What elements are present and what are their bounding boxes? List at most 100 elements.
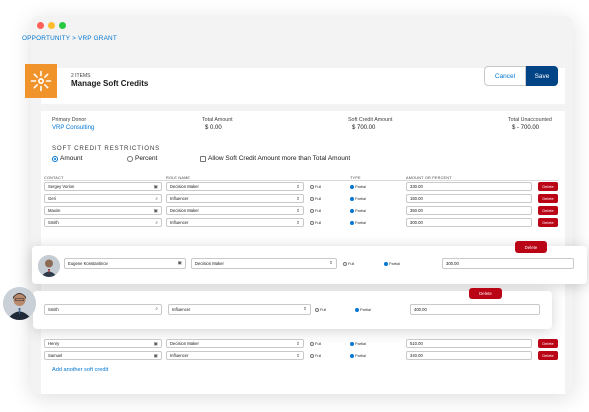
chevron-updown-icon: ⇕ bbox=[296, 184, 300, 189]
delete-button[interactable]: Delete bbox=[538, 218, 558, 227]
radio-selected-icon bbox=[350, 208, 354, 213]
full-radio[interactable]: Full bbox=[310, 353, 321, 358]
role-select[interactable]: Influencer ⇕ bbox=[166, 351, 304, 360]
page-title: Manage Soft Credits bbox=[71, 79, 149, 88]
contact-input[interactable]: Geri ⌕ bbox=[44, 194, 162, 203]
table-row: Sergey Vorion ▣ Decision Maker ⇕ Full Part… bbox=[0, 182, 589, 191]
amount-input[interactable]: 340.00 bbox=[406, 351, 532, 360]
minimize-dot[interactable] bbox=[48, 22, 55, 29]
save-button[interactable]: Save bbox=[526, 66, 558, 86]
radio-icon bbox=[343, 261, 347, 266]
partial-radio[interactable]: Partial bbox=[350, 208, 366, 213]
partial-radio[interactable]: Partial bbox=[350, 220, 366, 225]
partial-radio[interactable]: Partial bbox=[384, 261, 400, 266]
amount-input[interactable]: 350.00 bbox=[406, 206, 532, 215]
search-icon[interactable]: ⌕ bbox=[155, 196, 158, 201]
percent-radio[interactable]: Percent bbox=[127, 155, 157, 162]
contact-card-icon[interactable]: ▣ bbox=[154, 184, 158, 190]
radio-selected-icon bbox=[52, 155, 58, 162]
allow-more-label: Allow Soft Credit Amount more than Total… bbox=[208, 155, 351, 162]
chevron-updown-icon: ⇕ bbox=[296, 220, 300, 225]
total-unaccounted-label: Total Unaccounted bbox=[508, 117, 552, 123]
search-icon[interactable]: ⌕ bbox=[155, 306, 158, 311]
radio-selected-icon bbox=[350, 353, 354, 358]
total-amount-label: Total Amount bbox=[202, 117, 233, 123]
amount-input[interactable]: 330.00 bbox=[406, 182, 532, 191]
table-divider bbox=[44, 180, 558, 181]
avatar bbox=[38, 255, 60, 277]
avatar bbox=[3, 287, 36, 320]
restrictions-title: SOFT CREDIT RESTRICTIONS bbox=[52, 145, 161, 152]
radio-selected-icon bbox=[350, 196, 354, 201]
contact-input[interactable]: Sergey Vorion ▣ bbox=[44, 182, 162, 191]
role-select[interactable]: Decision Maker ⇕ bbox=[166, 339, 304, 348]
amount-radio[interactable]: Amount bbox=[52, 155, 82, 162]
chevron-updown-icon: ⇕ bbox=[296, 196, 300, 201]
full-radio[interactable]: Full bbox=[310, 184, 321, 189]
delete-button[interactable]: Delete bbox=[538, 182, 558, 191]
full-radio[interactable]: Full bbox=[310, 220, 321, 225]
add-soft-credit-link[interactable]: Add another soft credit bbox=[52, 367, 108, 373]
search-icon[interactable]: ⌕ bbox=[155, 220, 158, 225]
breadcrumb[interactable]: OPPORTUNITY > VRP GRANT bbox=[22, 35, 117, 42]
full-radio[interactable]: Full bbox=[310, 208, 321, 213]
partial-radio[interactable]: Partial bbox=[355, 307, 371, 312]
partial-radio[interactable]: Partial bbox=[350, 353, 366, 358]
chevron-updown-icon: ⇕ bbox=[303, 306, 307, 311]
delete-button[interactable]: Delete bbox=[538, 206, 558, 215]
full-radio[interactable]: Full bbox=[310, 341, 321, 346]
amount-input[interactable]: 300.00 bbox=[406, 218, 532, 227]
radio-selected-icon bbox=[350, 341, 354, 346]
delete-button[interactable]: Delete bbox=[515, 241, 547, 253]
amount-input[interactable]: 150.00 bbox=[406, 194, 532, 203]
allow-more-checkbox[interactable]: Allow Soft Credit Amount more than Total… bbox=[200, 155, 350, 162]
primary-donor-link[interactable]: VRP Consulting bbox=[52, 125, 94, 131]
contact-input[interactable]: Samuel ▣ bbox=[44, 351, 162, 360]
role-select[interactable]: Decision Maker ⇕ bbox=[191, 258, 337, 269]
percent-radio-label: Percent bbox=[135, 155, 158, 162]
contact-input[interactable]: Henry ▣ bbox=[44, 339, 162, 348]
contact-input[interactable]: Smith ⌕ bbox=[44, 218, 162, 227]
role-select[interactable]: Influencer ⇕ bbox=[166, 218, 304, 227]
full-radio[interactable]: Full bbox=[315, 307, 326, 312]
radio-icon bbox=[310, 220, 314, 225]
contact-card-icon[interactable]: ▣ bbox=[154, 341, 158, 347]
role-select[interactable]: Decision Maker ⇕ bbox=[166, 206, 304, 215]
radio-icon bbox=[127, 155, 133, 162]
role-select[interactable]: Decision Maker ⇕ bbox=[166, 182, 304, 191]
role-select[interactable]: Influencer ⇕ bbox=[166, 194, 304, 203]
role-select[interactable]: Influencer ⇕ bbox=[168, 304, 311, 315]
amount-input[interactable]: 300.00 bbox=[442, 258, 574, 269]
partial-radio[interactable]: Partial bbox=[350, 184, 366, 189]
radio-icon bbox=[310, 353, 314, 358]
radio-selected-icon bbox=[350, 184, 354, 189]
delete-button[interactable]: Delete bbox=[538, 351, 558, 360]
soft-credit-amount-label: Soft Credit Amount bbox=[348, 117, 393, 123]
full-radio[interactable]: Full bbox=[310, 196, 321, 201]
radio-selected-icon bbox=[350, 220, 354, 225]
contact-card-icon[interactable]: ▣ bbox=[154, 208, 158, 214]
delete-button[interactable]: Delete bbox=[538, 339, 558, 348]
contact-input[interactable]: Smith ⌕ bbox=[44, 304, 162, 315]
radio-icon bbox=[310, 184, 314, 189]
chevron-updown-icon: ⇕ bbox=[296, 341, 300, 346]
contact-input[interactable]: Maxim ▣ bbox=[44, 206, 162, 215]
delete-button[interactable]: Delete bbox=[538, 194, 558, 203]
full-radio[interactable]: Full bbox=[343, 261, 354, 266]
window-controls bbox=[37, 22, 66, 29]
contact-input[interactable]: Eugene Konstantinov ▣ bbox=[64, 258, 186, 269]
amount-input[interactable]: 400.00 bbox=[410, 304, 540, 315]
cancel-button[interactable]: Cancel bbox=[484, 66, 526, 86]
chevron-updown-icon: ⇕ bbox=[296, 353, 300, 358]
partial-radio[interactable]: Partial bbox=[350, 196, 366, 201]
maximize-dot[interactable] bbox=[59, 22, 66, 29]
contact-card-icon[interactable]: ▣ bbox=[178, 260, 182, 266]
checkbox-icon bbox=[200, 155, 206, 162]
table-row: Maxim ▣ Decision Maker ⇕ Full Partial 350.… bbox=[0, 206, 589, 215]
delete-button[interactable]: Delete bbox=[469, 288, 502, 299]
radio-selected-icon bbox=[355, 307, 359, 312]
contact-card-icon[interactable]: ▣ bbox=[154, 353, 158, 359]
partial-radio[interactable]: Partial bbox=[350, 341, 366, 346]
close-dot[interactable] bbox=[37, 22, 44, 29]
amount-input[interactable]: 510.00 bbox=[406, 339, 532, 348]
